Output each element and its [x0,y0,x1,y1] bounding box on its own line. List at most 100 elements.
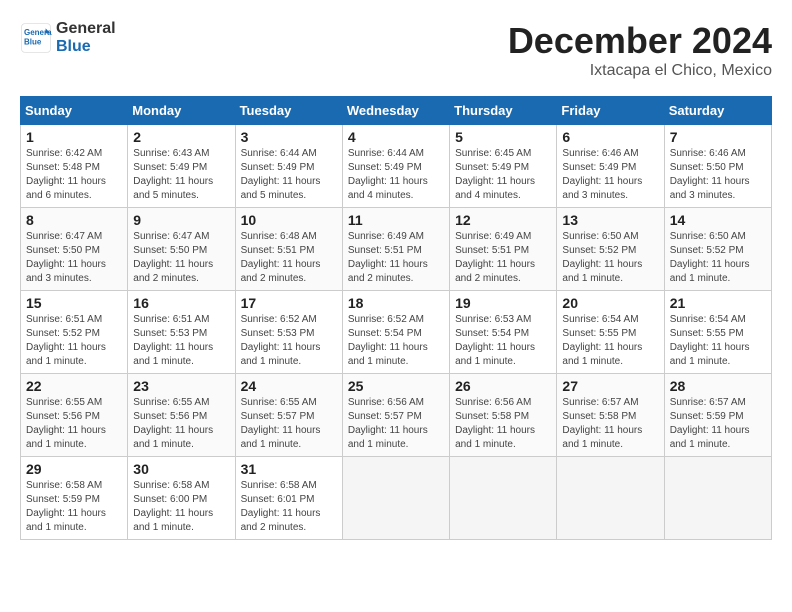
day-info: Sunrise: 6:46 AMSunset: 5:49 PMDaylight:… [562,147,658,203]
calendar-cell: 16 Sunrise: 6:51 AMSunset: 5:53 PMDayligh… [128,291,235,374]
calendar-cell: 28 Sunrise: 6:57 AMSunset: 5:59 PMDayligh… [664,374,771,457]
day-info: Sunrise: 6:49 AMSunset: 5:51 PMDaylight:… [348,230,444,286]
header-tuesday: Tuesday [235,97,342,125]
calendar-cell: 27 Sunrise: 6:57 AMSunset: 5:58 PMDayligh… [557,374,664,457]
header-thursday: Thursday [450,97,557,125]
week-row-2: 8 Sunrise: 6:47 AMSunset: 5:50 PMDaylight… [21,208,772,291]
calendar-cell: 9Sunrise: 6:47 AMSunset: 5:50 PMDaylight… [128,208,235,291]
week-row-5: 29 Sunrise: 6:58 AMSunset: 5:59 PMDayligh… [21,457,772,540]
day-info: Sunrise: 6:58 AMSunset: 5:59 PMDaylight:… [26,479,122,535]
day-info: Sunrise: 6:57 AMSunset: 5:59 PMDaylight:… [670,396,766,452]
calendar-cell: 31Sunrise: 6:58 AMSunset: 6:01 PMDayligh… [235,457,342,540]
day-number: 8 [26,212,122,228]
calendar-cell: 14 Sunrise: 6:50 AMSunset: 5:52 PMDayligh… [664,208,771,291]
calendar-table: SundayMondayTuesdayWednesdayThursdayFrid… [20,96,772,540]
day-number: 22 [26,378,122,394]
day-number: 20 [562,295,658,311]
day-number: 28 [670,378,766,394]
week-row-3: 15 Sunrise: 6:51 AMSunset: 5:52 PMDayligh… [21,291,772,374]
day-info: Sunrise: 6:52 AMSunset: 5:54 PMDaylight:… [348,313,444,369]
calendar-cell: 11Sunrise: 6:49 AMSunset: 5:51 PMDayligh… [342,208,449,291]
day-info: Sunrise: 6:48 AMSunset: 5:51 PMDaylight:… [241,230,337,286]
calendar-cell: 24Sunrise: 6:55 AMSunset: 5:57 PMDayligh… [235,374,342,457]
day-number: 13 [562,212,658,228]
calendar-cell: 19 Sunrise: 6:53 AMSunset: 5:54 PMDayligh… [450,291,557,374]
calendar-cell: 10 Sunrise: 6:48 AMSunset: 5:51 PMDayligh… [235,208,342,291]
calendar-cell: 26 Sunrise: 6:56 AMSunset: 5:58 PMDayligh… [450,374,557,457]
calendar-cell: 1 Sunrise: 6:42 AMSunset: 5:48 PMDaylight… [21,125,128,208]
day-number: 16 [133,295,229,311]
day-number: 5 [455,129,551,145]
day-number: 1 [26,129,122,145]
day-info: Sunrise: 6:45 AMSunset: 5:49 PMDaylight:… [455,147,551,203]
calendar-cell: 22 Sunrise: 6:55 AMSunset: 5:56 PMDayligh… [21,374,128,457]
calendar-cell: 3 Sunrise: 6:44 AMSunset: 5:49 PMDaylight… [235,125,342,208]
week-row-1: 1 Sunrise: 6:42 AMSunset: 5:48 PMDaylight… [21,125,772,208]
header-monday: Monday [128,97,235,125]
day-info: Sunrise: 6:43 AMSunset: 5:49 PMDaylight:… [133,147,229,203]
calendar-cell: 4Sunrise: 6:44 AMSunset: 5:49 PMDaylight… [342,125,449,208]
day-info: Sunrise: 6:53 AMSunset: 5:54 PMDaylight:… [455,313,551,369]
calendar-cell [342,457,449,540]
day-number: 19 [455,295,551,311]
day-info: Sunrise: 6:54 AMSunset: 5:55 PMDaylight:… [562,313,658,369]
header-sunday: Sunday [21,97,128,125]
day-number: 3 [241,129,337,145]
day-number: 15 [26,295,122,311]
day-info: Sunrise: 6:51 AMSunset: 5:52 PMDaylight:… [26,313,122,369]
header-wednesday: Wednesday [342,97,449,125]
day-info: Sunrise: 6:58 AMSunset: 6:01 PMDaylight:… [241,479,337,535]
header-friday: Friday [557,97,664,125]
week-row-4: 22 Sunrise: 6:55 AMSunset: 5:56 PMDayligh… [21,374,772,457]
day-info: Sunrise: 6:56 AMSunset: 5:58 PMDaylight:… [455,396,551,452]
day-info: Sunrise: 6:49 AMSunset: 5:51 PMDaylight:… [455,230,551,286]
day-number: 30 [133,461,229,477]
day-info: Sunrise: 6:57 AMSunset: 5:58 PMDaylight:… [562,396,658,452]
day-number: 17 [241,295,337,311]
day-number: 26 [455,378,551,394]
day-info: Sunrise: 6:52 AMSunset: 5:53 PMDaylight:… [241,313,337,369]
day-number: 10 [241,212,337,228]
calendar-cell: 12 Sunrise: 6:49 AMSunset: 5:51 PMDayligh… [450,208,557,291]
month-title: December 2024 [508,20,772,62]
calendar-cell: 25Sunrise: 6:56 AMSunset: 5:57 PMDayligh… [342,374,449,457]
calendar-cell [450,457,557,540]
calendar-cell: 8 Sunrise: 6:47 AMSunset: 5:50 PMDaylight… [21,208,128,291]
day-info: Sunrise: 6:58 AMSunset: 6:00 PMDaylight:… [133,479,229,535]
day-number: 7 [670,129,766,145]
day-info: Sunrise: 6:54 AMSunset: 5:55 PMDaylight:… [670,313,766,369]
calendar-cell: 5 Sunrise: 6:45 AMSunset: 5:49 PMDaylight… [450,125,557,208]
calendar-cell: 17 Sunrise: 6:52 AMSunset: 5:53 PMDayligh… [235,291,342,374]
day-number: 12 [455,212,551,228]
day-info: Sunrise: 6:50 AMSunset: 5:52 PMDaylight:… [670,230,766,286]
day-number: 2 [133,129,229,145]
calendar-cell: 29 Sunrise: 6:58 AMSunset: 5:59 PMDayligh… [21,457,128,540]
day-number: 24 [241,378,337,394]
calendar-cell: 18Sunrise: 6:52 AMSunset: 5:54 PMDayligh… [342,291,449,374]
day-number: 23 [133,378,229,394]
logo-line2: Blue [56,38,116,56]
logo-icon: General Blue [20,22,52,54]
day-number: 29 [26,461,122,477]
day-number: 9 [133,212,229,228]
day-info: Sunrise: 6:44 AMSunset: 5:49 PMDaylight:… [241,147,337,203]
logo: General Blue General Blue [20,20,116,55]
header-saturday: Saturday [664,97,771,125]
day-number: 14 [670,212,766,228]
day-number: 6 [562,129,658,145]
day-info: Sunrise: 6:50 AMSunset: 5:52 PMDaylight:… [562,230,658,286]
day-info: Sunrise: 6:51 AMSunset: 5:53 PMDaylight:… [133,313,229,369]
location-title: Ixtacapa el Chico, Mexico [508,62,772,80]
day-info: Sunrise: 6:55 AMSunset: 5:56 PMDaylight:… [133,396,229,452]
calendar-cell [557,457,664,540]
day-info: Sunrise: 6:46 AMSunset: 5:50 PMDaylight:… [670,147,766,203]
day-info: Sunrise: 6:42 AMSunset: 5:48 PMDaylight:… [26,147,122,203]
day-number: 27 [562,378,658,394]
calendar-cell: 2 Sunrise: 6:43 AMSunset: 5:49 PMDaylight… [128,125,235,208]
calendar-cell: 13 Sunrise: 6:50 AMSunset: 5:52 PMDayligh… [557,208,664,291]
calendar-cell: 6 Sunrise: 6:46 AMSunset: 5:49 PMDaylight… [557,125,664,208]
day-info: Sunrise: 6:55 AMSunset: 5:56 PMDaylight:… [26,396,122,452]
calendar-cell: 30 Sunrise: 6:58 AMSunset: 6:00 PMDayligh… [128,457,235,540]
day-info: Sunrise: 6:47 AMSunset: 5:50 PMDaylight:… [26,230,122,286]
day-number: 25 [348,378,444,394]
